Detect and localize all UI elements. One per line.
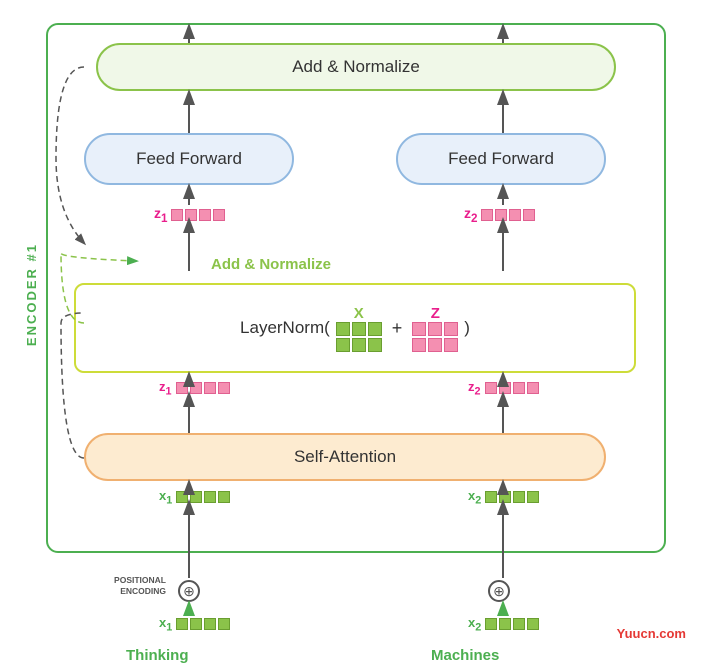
z2-mid-group: z2: [468, 379, 539, 398]
machines-label: Machines: [431, 647, 499, 664]
z2-top-label: z2: [464, 205, 477, 225]
feed-forward-right: Feed Forward: [396, 133, 606, 185]
layernorm-text: LayerNorm(: [240, 318, 330, 338]
x-grid-group: X: [336, 305, 382, 352]
z1-top-label: z1: [154, 205, 167, 225]
x1-top-blocks: [176, 491, 230, 503]
thinking-label: Thinking: [126, 647, 189, 664]
add-normalize-top-label: Add & Normalize: [292, 57, 420, 77]
z-grid: [412, 322, 458, 352]
diagram: ENCODER #1 Add & Normalize Feed Forward …: [16, 13, 696, 653]
pos-enc-text: POSITIONALENCODING: [114, 575, 166, 596]
z2-top-group: z2: [464, 205, 535, 225]
feed-forward-left: Feed Forward: [84, 133, 294, 185]
plus-sign: +: [392, 318, 403, 339]
z2-top-blocks: [481, 209, 535, 221]
x1-top-group: x1: [159, 488, 230, 507]
layernorm-inner: LayerNorm( X + Z ): [240, 305, 470, 352]
z-label: Z: [431, 305, 440, 322]
z1-top-blocks: [171, 209, 225, 221]
self-attention-label: Self-Attention: [294, 447, 396, 467]
feed-forward-left-label: Feed Forward: [136, 149, 242, 169]
x1-top-label: x1: [159, 488, 172, 507]
encoder-label: ENCODER #1: [24, 243, 39, 346]
feed-forward-right-label: Feed Forward: [448, 149, 554, 169]
plus-circle-right: ⊕: [488, 580, 510, 602]
z1-mid-label: z1: [159, 379, 172, 398]
x-grid: [336, 322, 382, 352]
z1-mid-group: z1: [159, 379, 230, 398]
x2-top-group: x2: [468, 488, 539, 507]
z2-mid-label: z2: [468, 379, 481, 398]
x2-top-label: x2: [468, 488, 481, 507]
x2-bottom-blocks: [485, 618, 539, 630]
z2-mid-blocks: [485, 382, 539, 394]
watermark: Yuucn.com: [617, 626, 686, 641]
positional-encoding-label: POSITIONALENCODING: [78, 575, 166, 597]
z1-mid-blocks: [176, 382, 230, 394]
z-grid-group: Z: [412, 305, 458, 352]
x1-bottom-blocks: [176, 618, 230, 630]
self-attention: Self-Attention: [84, 433, 606, 481]
add-normalize-mid-label: Add & Normalize: [211, 256, 331, 273]
layernorm-box: LayerNorm( X + Z ): [74, 283, 636, 373]
x1-bottom-label: x1: [159, 615, 172, 634]
x2-top-blocks: [485, 491, 539, 503]
x2-bottom-group: x2: [468, 615, 539, 634]
x1-bottom-group: x1: [159, 615, 230, 634]
plus-circle-left: ⊕: [178, 580, 200, 602]
x-label: X: [354, 305, 364, 322]
add-normalize-top: Add & Normalize: [96, 43, 616, 91]
layernorm-close: ): [464, 318, 470, 338]
z1-top-group: z1: [154, 205, 225, 225]
x2-bottom-label: x2: [468, 615, 481, 634]
